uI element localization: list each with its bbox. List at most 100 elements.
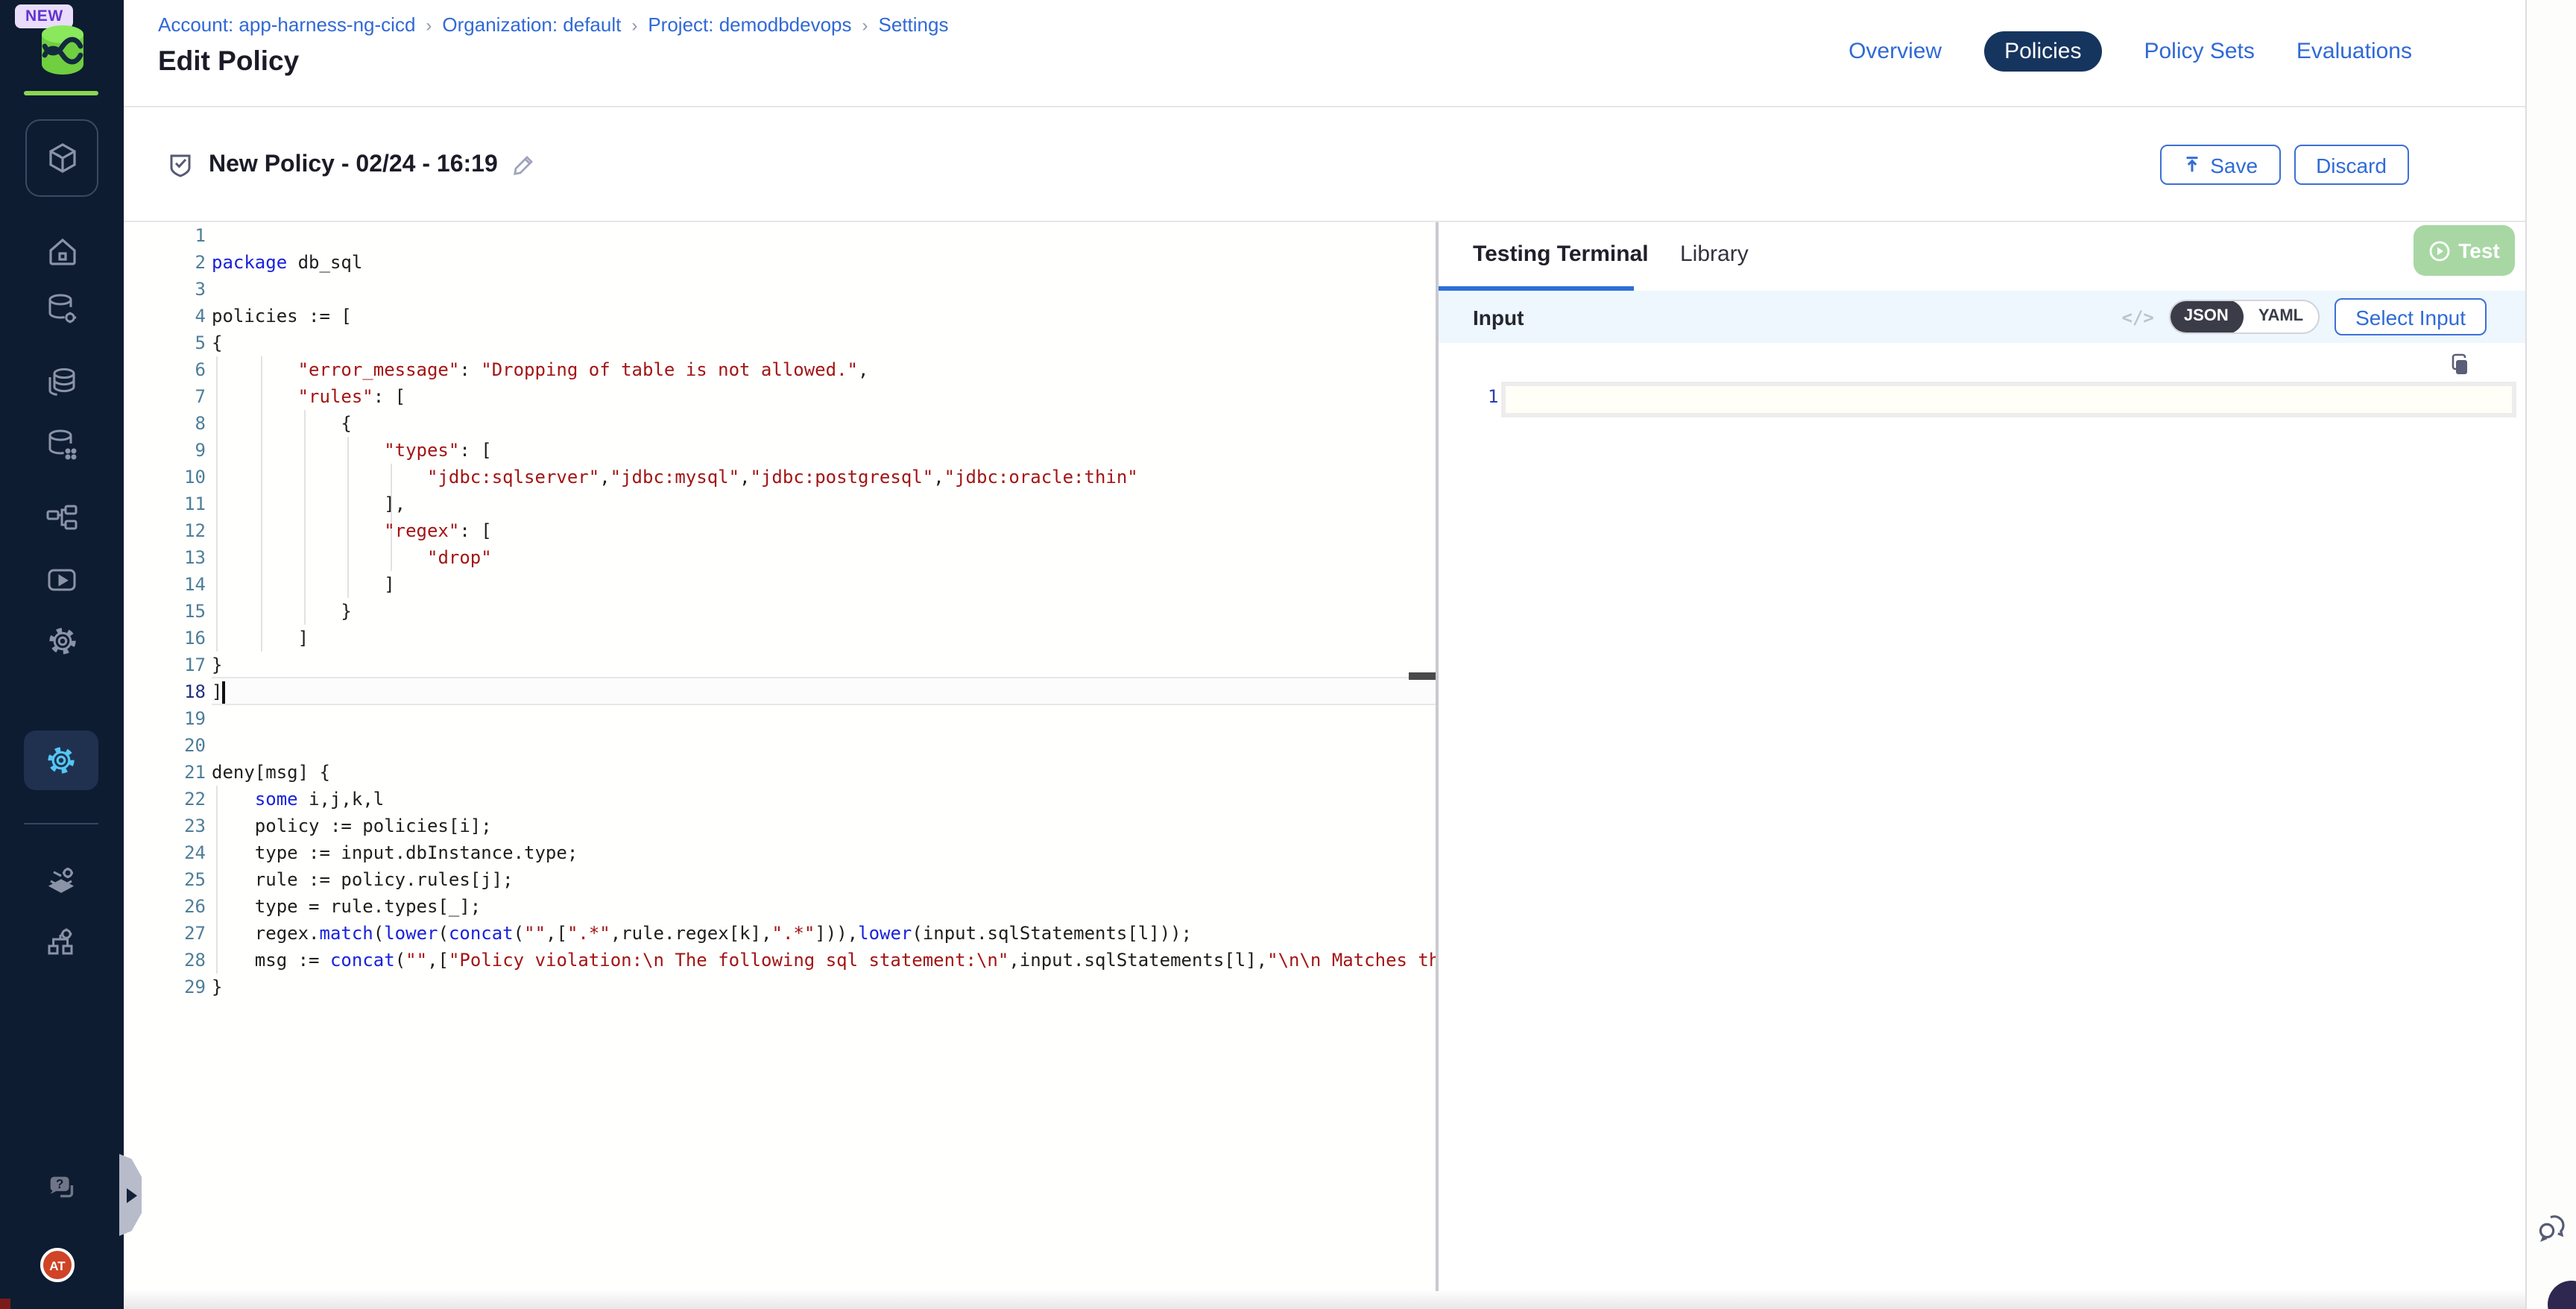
sidebar-item-layers-settings[interactable] <box>45 865 79 899</box>
code-line[interactable]: 29} <box>124 974 1436 1000</box>
corner-notification <box>0 1299 10 1309</box>
line-number: 10 <box>124 464 206 491</box>
code-format-icon[interactable]: </> <box>2122 306 2154 327</box>
code-line[interactable]: 19 <box>124 705 1436 732</box>
line-number: 7 <box>124 383 206 410</box>
code-text: "rules": [ <box>212 383 405 410</box>
code-line[interactable]: 6 "error_message": "Dropping of table is… <box>124 356 1436 383</box>
sidebar-item-settings[interactable] <box>45 623 79 657</box>
code-line[interactable]: 15 } <box>124 598 1436 625</box>
code-line[interactable]: 22 some i,j,k,l <box>124 786 1436 813</box>
code-line[interactable]: 16 ] <box>124 625 1436 652</box>
tab-library[interactable]: Library <box>1680 242 1749 267</box>
input-current-line[interactable] <box>1501 382 2516 417</box>
code-line[interactable]: 7 "rules": [ <box>124 383 1436 410</box>
code-text: "types": [ <box>212 437 492 464</box>
code-text: rule := policy.rules[j]; <box>212 866 514 893</box>
line-number: 26 <box>124 893 206 920</box>
code-line[interactable]: 3 <box>124 276 1436 303</box>
code-text: msg := concat("",["Policy violation:\n T… <box>212 947 1436 974</box>
sidebar-item-home[interactable] <box>45 234 79 268</box>
tab-policies-active[interactable]: Policies <box>1983 31 2102 72</box>
database-gear-icon <box>45 292 79 327</box>
code-line[interactable]: 23 policy := policies[i]; <box>124 813 1436 839</box>
sidebar-item-executions[interactable] <box>45 564 79 598</box>
tab-testing-terminal-active[interactable]: Testing Terminal <box>1473 242 1649 267</box>
help-button[interactable]: ? <box>45 1170 79 1205</box>
harness-db-devops-logo-icon[interactable] <box>33 22 92 79</box>
code-line[interactable]: 27 regex.match(lower(concat("",[".*",rul… <box>124 920 1436 947</box>
code-line[interactable]: 9 "types": [ <box>124 437 1436 464</box>
code-line[interactable]: 1 <box>124 222 1436 249</box>
code-line[interactable]: 25 rule := policy.rules[j]; <box>124 866 1436 893</box>
line-number: 15 <box>124 598 206 625</box>
app: NEW <box>0 0 2576 1309</box>
test-button[interactable]: Test <box>2414 225 2515 276</box>
input-field[interactable] <box>1506 386 2512 413</box>
sidebar-item-db-stack[interactable] <box>45 365 79 400</box>
line-number: 18 <box>124 678 206 705</box>
sidebar-item-module[interactable] <box>25 119 98 197</box>
discard-button[interactable]: Discard <box>2294 145 2409 185</box>
code-line[interactable]: 10 "jdbc:sqlserver","jdbc:mysql","jdbc:p… <box>124 464 1436 491</box>
line-number: 3 <box>124 276 206 303</box>
breadcrumb-project[interactable]: Project: demodbdevops <box>648 13 851 36</box>
panel-tabs: Testing Terminal Library Test <box>1439 222 2525 291</box>
play-video-icon <box>45 564 79 598</box>
line-number: 25 <box>124 866 206 893</box>
edit-pencil-icon[interactable] <box>513 154 535 176</box>
code-editor[interactable]: 12package db_sql34policies := [5{6 "erro… <box>124 222 1436 1309</box>
sidebar-item-db-settings[interactable] <box>45 292 79 327</box>
code-line[interactable]: 17} <box>124 652 1436 678</box>
code-text: package db_sql <box>212 249 362 276</box>
discard-label: Discard <box>2316 153 2387 177</box>
tab-overview[interactable]: Overview <box>1849 39 1942 64</box>
code-text: "jdbc:sqlserver","jdbc:mysql","jdbc:post… <box>212 464 1138 491</box>
code-line[interactable]: 8 { <box>124 410 1436 437</box>
tab-policy-sets[interactable]: Policy Sets <box>2144 39 2254 64</box>
code-line[interactable]: 20 <box>124 732 1436 759</box>
tab-evaluations[interactable]: Evaluations <box>2296 39 2412 64</box>
sidebar-item-workflows[interactable] <box>45 501 79 535</box>
code-line[interactable]: 18] <box>124 678 1436 705</box>
toggle-yaml[interactable]: YAML <box>2244 301 2318 332</box>
chevron-right-icon <box>127 1187 137 1202</box>
code-line[interactable]: 5{ <box>124 329 1436 356</box>
code-text: { <box>212 410 352 437</box>
code-line[interactable]: 11 ], <box>124 491 1436 517</box>
input-label: Input <box>1473 305 1524 329</box>
workflow-icon <box>45 501 79 535</box>
toggle-json[interactable]: JSON <box>2169 300 2244 334</box>
code-line[interactable]: 26 type = rule.types[_]; <box>124 893 1436 920</box>
code-line[interactable]: 21deny[msg] { <box>124 759 1436 786</box>
sidebar-item-org-settings[interactable] <box>45 926 79 960</box>
line-number: 5 <box>124 329 206 356</box>
org-gear-icon <box>45 926 79 960</box>
line-number: 20 <box>124 732 206 759</box>
code-line[interactable]: 24 type := input.dbInstance.type; <box>124 839 1436 866</box>
avatar[interactable]: AT <box>40 1248 75 1282</box>
save-button[interactable]: Save <box>2159 145 2280 185</box>
code-line[interactable]: 14 ] <box>124 571 1436 598</box>
select-input-button[interactable]: Select Input <box>2334 298 2487 335</box>
code-line[interactable]: 28 msg := concat("",["Policy violation:\… <box>124 947 1436 974</box>
floating-action-button[interactable] <box>2548 1281 2576 1309</box>
chat-bubbles-icon[interactable] <box>2534 1211 2570 1246</box>
breadcrumb-settings[interactable]: Settings <box>879 13 949 36</box>
code-line[interactable]: 12 "regex": [ <box>124 517 1436 544</box>
sidebar-item-project-settings-active[interactable] <box>24 731 98 790</box>
breadcrumb-account[interactable]: Account: app-harness-ng-cicd <box>158 13 415 36</box>
sidebar: NEW <box>0 0 124 1309</box>
bottom-edge <box>124 1291 2525 1309</box>
chevron-separator-icon: › <box>631 14 637 35</box>
line-number: 28 <box>124 947 206 974</box>
code-text: some i,j,k,l <box>212 786 384 813</box>
copy-icon[interactable] <box>2449 353 2472 376</box>
breadcrumb-organization[interactable]: Organization: default <box>442 13 621 36</box>
code-line[interactable]: 13 "drop" <box>124 544 1436 571</box>
sidebar-item-db-instances[interactable] <box>45 428 79 462</box>
code-line[interactable]: 2package db_sql <box>124 249 1436 276</box>
shield-check-icon <box>167 151 194 178</box>
line-number: 23 <box>124 813 206 839</box>
code-line[interactable]: 4policies := [ <box>124 303 1436 329</box>
